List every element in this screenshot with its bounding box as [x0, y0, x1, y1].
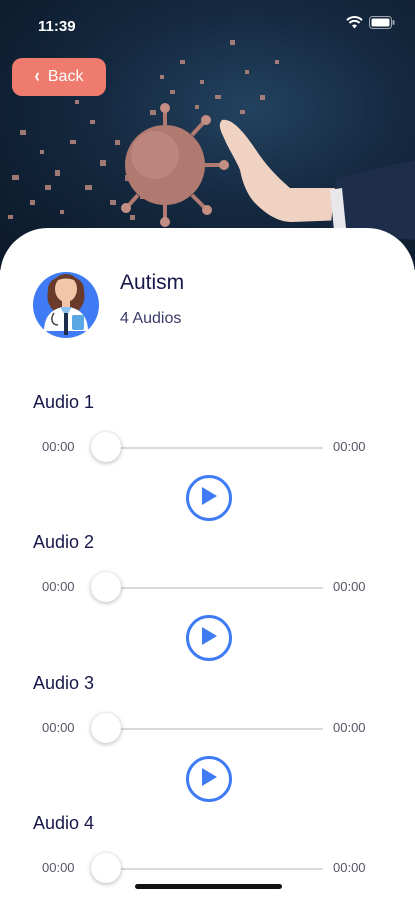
slider-thumb[interactable] [91, 432, 121, 462]
slider-thumb[interactable] [91, 853, 121, 883]
progress-track[interactable] [95, 728, 323, 730]
doctor-avatar [32, 261, 100, 339]
chevron-left-icon: ‹ [34, 66, 40, 87]
status-icons [346, 16, 395, 33]
audio-item: Audio 1 00:00 00:00 [0, 392, 415, 532]
status-time: 11:39 [38, 18, 76, 35]
play-icon [202, 627, 217, 645]
slider-thumb[interactable] [91, 713, 121, 743]
play-icon [202, 487, 217, 505]
wifi-icon [346, 16, 363, 33]
duration-time: 00:00 [333, 720, 366, 735]
current-time: 00:00 [42, 860, 75, 875]
progress-track[interactable] [95, 587, 323, 589]
play-button[interactable] [186, 615, 232, 661]
back-button-label: Back [47, 68, 84, 85]
status-bar: 11:39 [0, 0, 415, 52]
back-button[interactable]: ‹ Back [12, 58, 106, 96]
home-indicator [135, 884, 282, 889]
audio-item: Audio 2 00:00 00:00 [0, 532, 415, 672]
duration-time: 00:00 [333, 860, 366, 875]
audio-item: Audio 3 00:00 00:00 [0, 673, 415, 813]
duration-time: 00:00 [333, 439, 366, 454]
duration-time: 00:00 [333, 579, 366, 594]
current-time: 00:00 [42, 439, 75, 454]
page-title: Autism [120, 271, 185, 294]
play-icon [202, 768, 217, 786]
battery-icon [369, 16, 395, 33]
current-time: 00:00 [42, 720, 75, 735]
slider-thumb[interactable] [91, 572, 121, 602]
audio-title: Audio 4 [33, 813, 95, 833]
play-button[interactable] [186, 756, 232, 802]
play-button[interactable] [186, 475, 232, 521]
audio-title: Audio 2 [33, 532, 95, 552]
audio-count: 4 Audios [120, 310, 182, 327]
current-time: 00:00 [42, 579, 75, 594]
progress-track[interactable] [95, 447, 323, 449]
audio-title: Audio 3 [33, 673, 95, 693]
progress-track[interactable] [95, 868, 323, 870]
audio-title: Audio 1 [33, 392, 95, 412]
